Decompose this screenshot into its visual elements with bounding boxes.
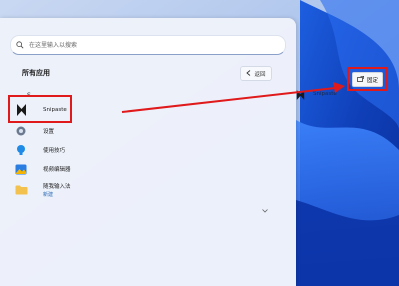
app-sublabel-new: 新建 xyxy=(43,192,54,198)
pin-icon xyxy=(357,75,365,84)
folder-icon xyxy=(14,183,28,197)
dragged-snipaste-tile[interactable]: Snipaste xyxy=(296,86,348,102)
app-item-settings[interactable]: 设置 xyxy=(14,122,264,140)
chevron-down-icon[interactable] xyxy=(262,198,268,217)
app-label-tips: 使用技巧 xyxy=(43,148,66,154)
pin-label: 固定 xyxy=(366,77,378,84)
back-button-label: 返回 xyxy=(254,71,266,78)
pin-button[interactable]: 固定 xyxy=(352,72,383,87)
app-item-tips[interactable]: 使用技巧 xyxy=(14,141,264,159)
search-box[interactable] xyxy=(10,35,286,55)
search-input[interactable] xyxy=(29,38,285,52)
gear-icon xyxy=(14,124,28,138)
start-menu-panel: 所有应用 返回 S Snipaste 设置 使用技巧 视频编辑器 xyxy=(0,18,296,286)
back-button[interactable]: 返回 xyxy=(240,66,272,81)
pin-tooltip-highlight-box: 固定 xyxy=(347,67,387,91)
app-item-video-editor[interactable]: 视频编辑器 xyxy=(14,160,264,178)
app-label-video-editor: 视频编辑器 xyxy=(43,167,71,173)
chevron-left-icon xyxy=(246,69,251,78)
all-apps-title: 所有应用 xyxy=(22,69,50,77)
app-label-settings: 设置 xyxy=(43,129,55,135)
snipaste-drag-icon xyxy=(296,85,305,104)
dragged-tile-label: Snipaste xyxy=(313,91,337,97)
photos-icon xyxy=(14,162,28,176)
snipaste-highlight-box xyxy=(8,95,72,123)
app-label-input-method: 随我输入法 xyxy=(43,184,71,190)
app-item-input-method-folder[interactable]: 随我输入法 新建 xyxy=(14,179,264,201)
tips-icon xyxy=(14,143,28,157)
search-icon xyxy=(11,41,29,49)
